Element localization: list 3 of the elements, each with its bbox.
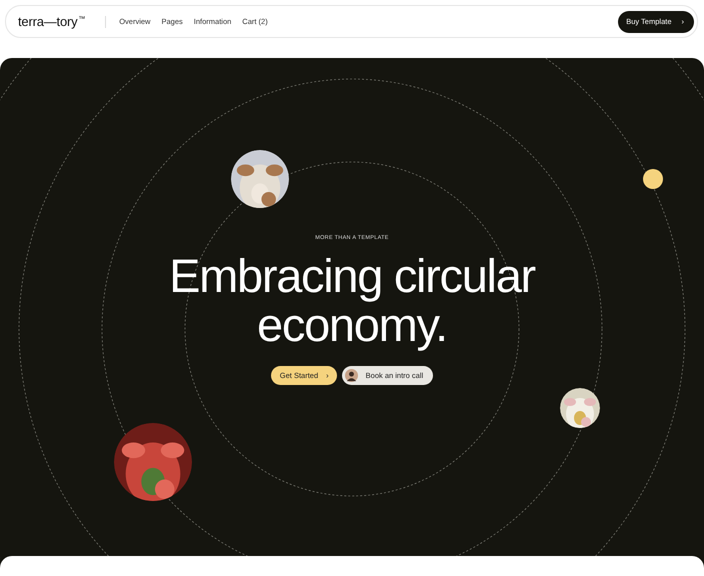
hero-title: Embracing circular economy.: [169, 251, 535, 349]
avatar-icon: [344, 369, 358, 382]
logo[interactable]: terra—tory$^{™}$: [18, 14, 86, 29]
